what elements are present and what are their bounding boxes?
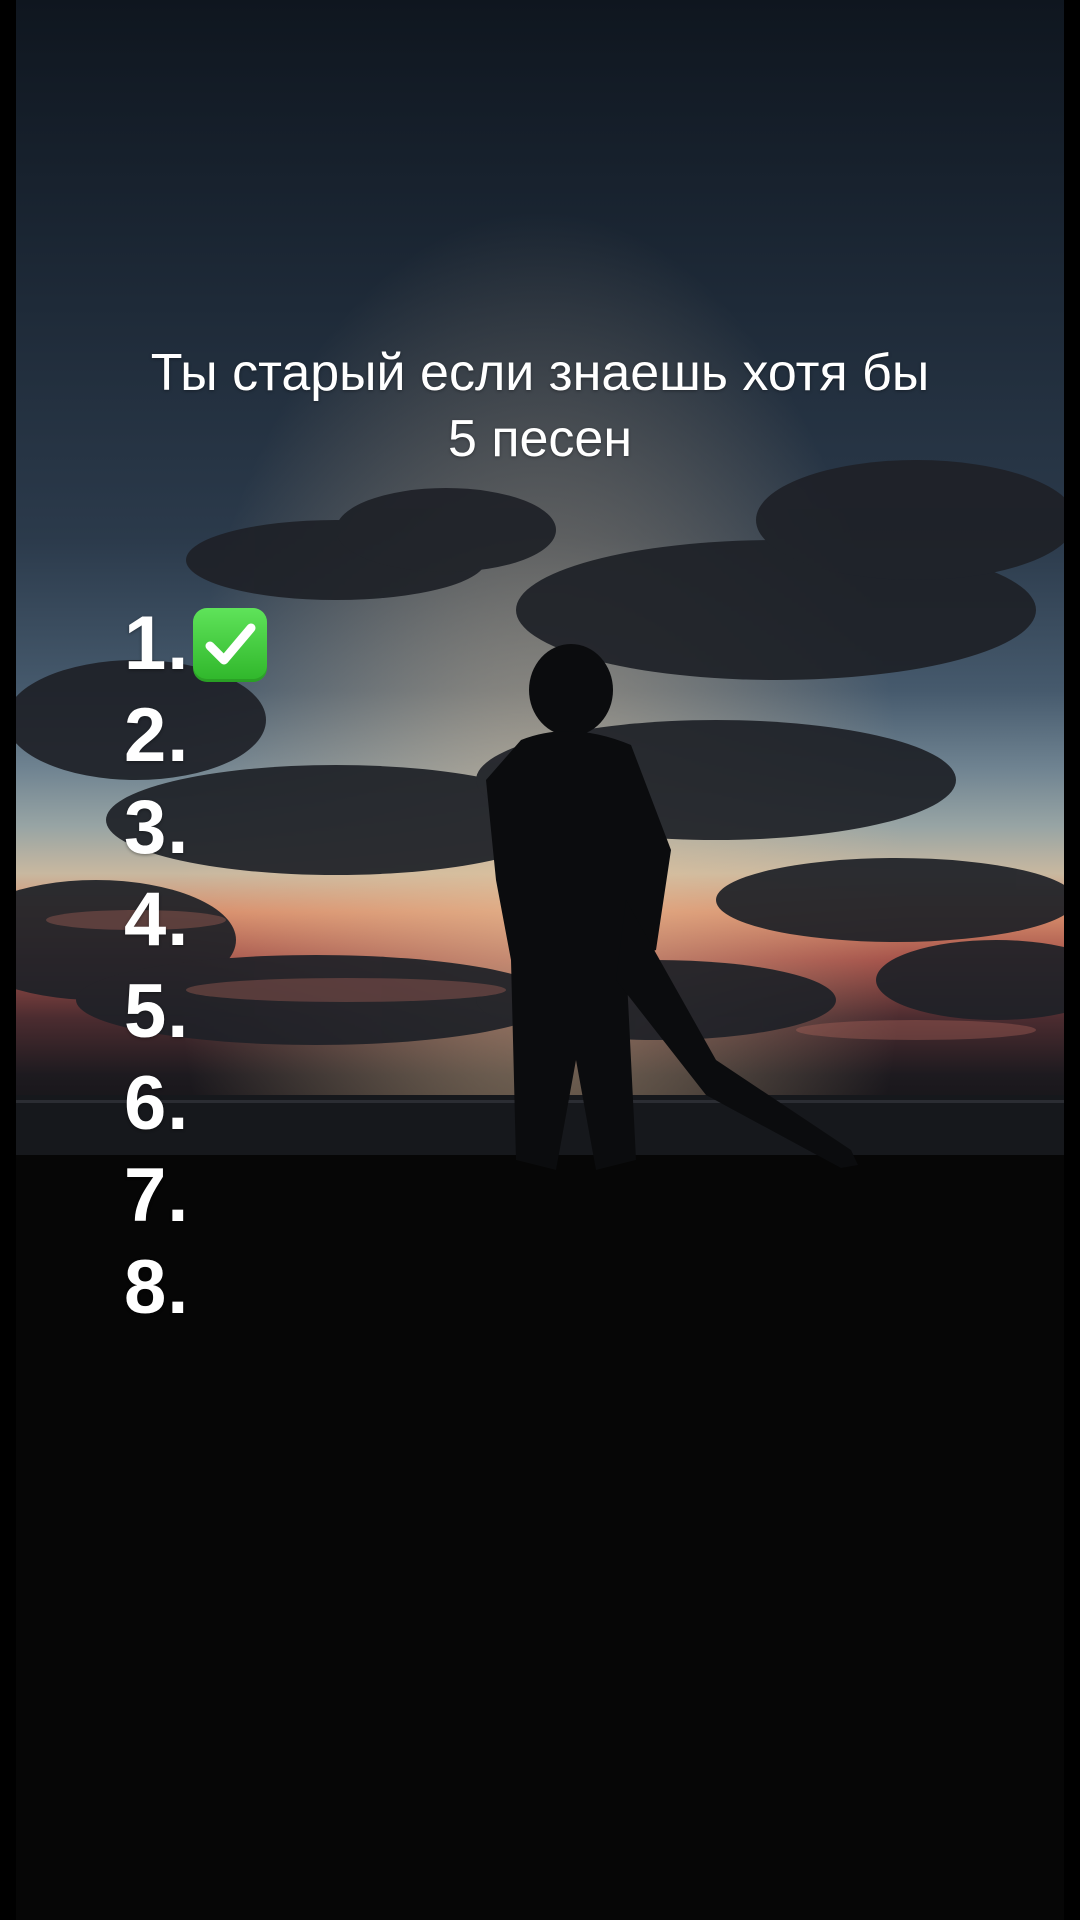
list-item-number: 4. (124, 877, 190, 962)
left-letterbox (0, 0, 16, 1920)
list-item: 8. (124, 1242, 267, 1334)
check-mark-button-icon (193, 608, 268, 682)
caption-line-2: 5 песен (447, 410, 633, 468)
caption-line-1: Ты старый если знаешь хотя бы (150, 344, 930, 402)
list-item: 1. (124, 598, 268, 690)
list-item: 3. (124, 782, 267, 874)
right-letterbox (1064, 0, 1080, 1920)
list-item: 4. (124, 874, 267, 966)
list-item-number: 6. (124, 1061, 190, 1146)
list-item-number: 7. (124, 1153, 190, 1238)
list-item: 5. (124, 966, 267, 1058)
list-item-number: 5. (124, 969, 190, 1054)
numbered-list: 1. 2. 3. 4. 5. 6. 7. 8. (124, 598, 268, 1334)
list-item-number: 3. (124, 785, 190, 870)
list-item: 7. (124, 1150, 267, 1242)
list-item-number: 2. (124, 693, 190, 778)
list-item: 2. (124, 690, 267, 782)
list-item: 6. (124, 1058, 267, 1150)
caption-text: Ты старый если знаешь хотя бы 5 песен (100, 340, 980, 472)
list-item-number: 1. (124, 601, 190, 686)
list-item-number: 8. (124, 1245, 190, 1330)
